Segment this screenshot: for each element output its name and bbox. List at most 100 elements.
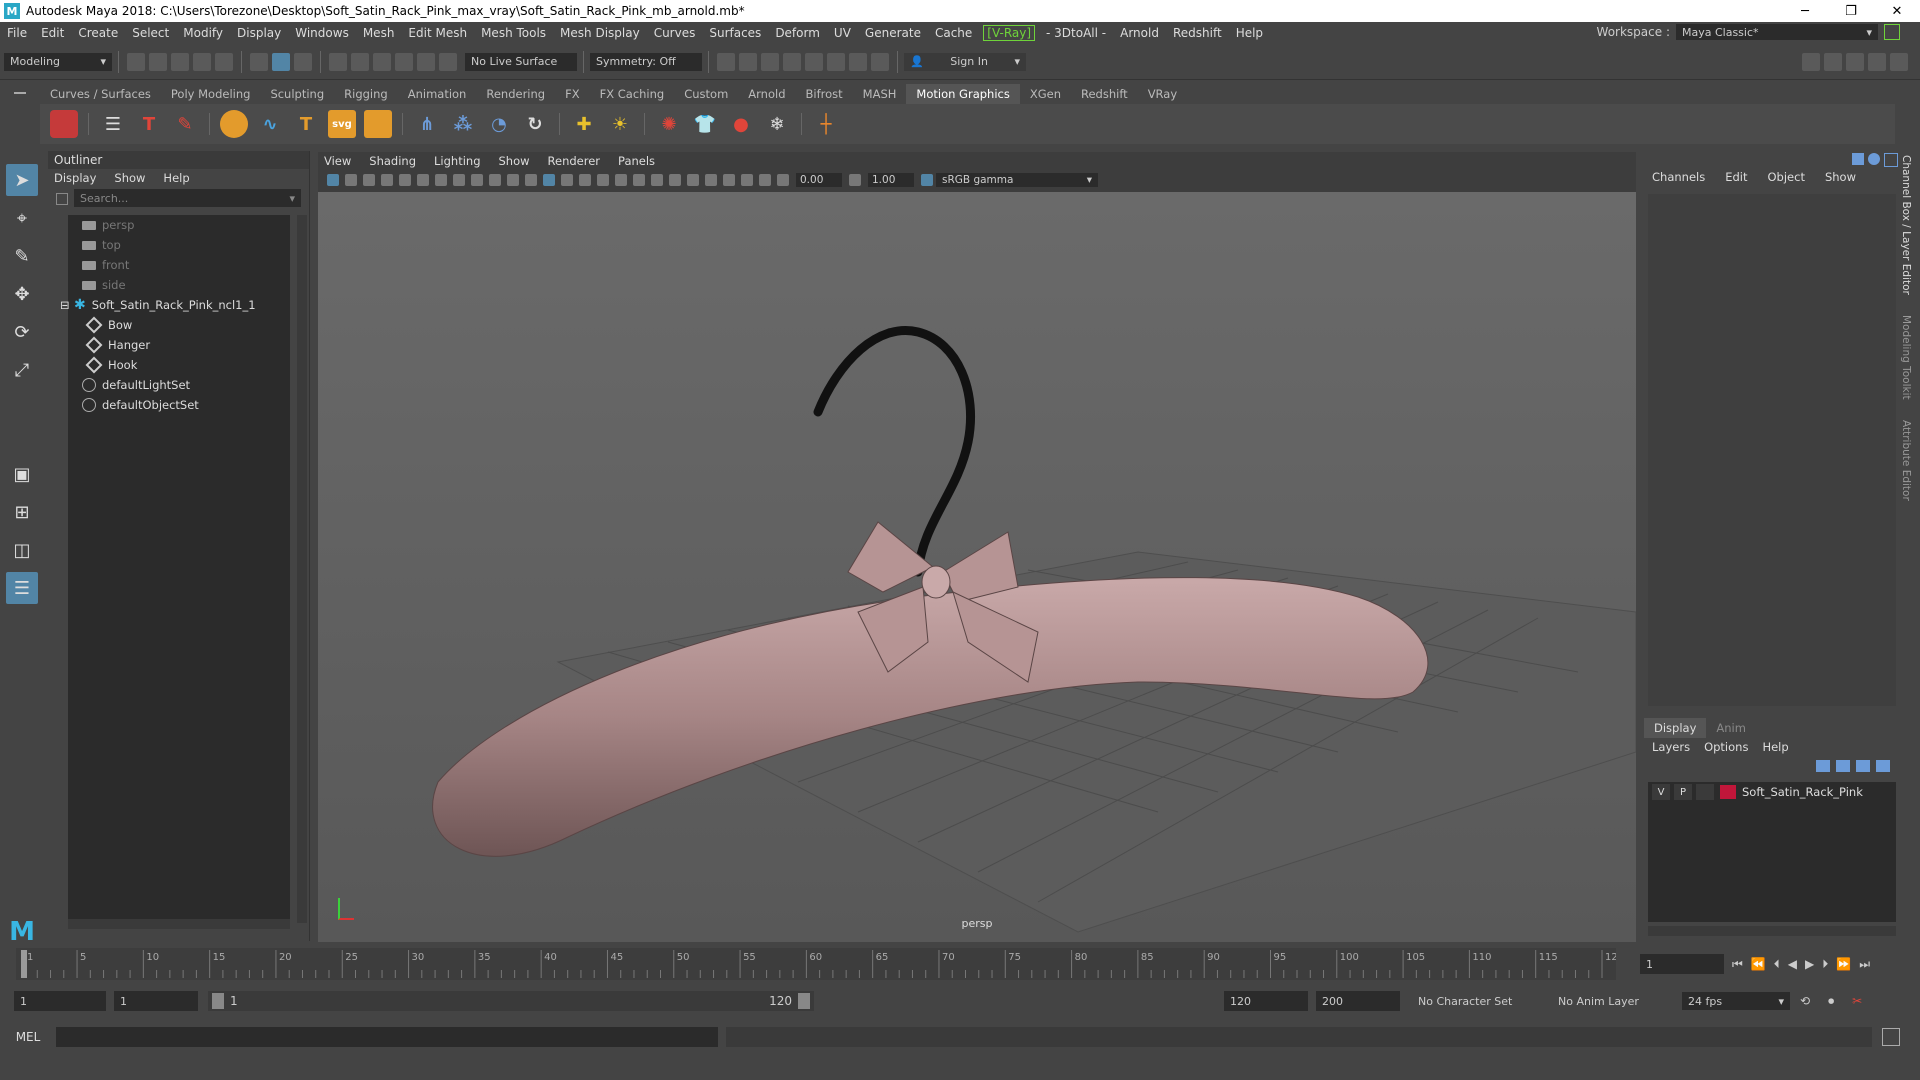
collapse-icon[interactable]: ⊟: [60, 298, 70, 312]
select-hierarchy-icon[interactable]: [250, 52, 268, 71]
light-editor-icon[interactable]: [849, 52, 867, 71]
layer-tab-display[interactable]: Display: [1644, 718, 1707, 738]
shelf-tab-fx-caching[interactable]: FX Caching: [590, 87, 675, 101]
layers-options-menu[interactable]: Options: [1704, 740, 1748, 754]
scale-tool-icon[interactable]: ⤢: [6, 354, 38, 386]
shelf-tab-fx[interactable]: FX: [555, 87, 590, 101]
menu-3dtoall[interactable]: - 3DtoAll -: [1039, 26, 1113, 40]
isolate-select-icon[interactable]: [723, 174, 735, 186]
move-tool-icon[interactable]: ✥: [6, 278, 38, 310]
script-editor-icon[interactable]: [1882, 1028, 1900, 1046]
list-icon[interactable]: ☰: [99, 110, 127, 138]
safe-action-icon[interactable]: [489, 174, 501, 186]
minimize-button[interactable]: ─: [1782, 0, 1828, 22]
channel-box-settings-icon[interactable]: [1868, 153, 1880, 165]
sphere-icon[interactable]: [220, 110, 248, 138]
current-frame-marker[interactable]: [21, 950, 27, 978]
sun-light-icon[interactable]: ☀: [606, 110, 634, 138]
rotate-tool-icon[interactable]: ⟳: [6, 316, 38, 348]
channel-box-icon[interactable]: [1868, 53, 1886, 71]
menu-display[interactable]: Display: [230, 26, 288, 40]
snap-point-icon[interactable]: [373, 52, 391, 71]
bookmark-icon[interactable]: [363, 174, 375, 186]
menu-help[interactable]: Help: [1229, 26, 1270, 40]
single-pane-icon[interactable]: ▣: [6, 458, 38, 490]
menu-create[interactable]: Create: [71, 26, 125, 40]
paint-select-icon[interactable]: ✎: [6, 240, 38, 272]
layer-tab-anim[interactable]: Anim: [1706, 718, 1756, 738]
outliner-toggle-icon[interactable]: [1890, 53, 1908, 71]
layer-row[interactable]: V P Soft_Satin_Rack_Pink: [1648, 782, 1896, 802]
time-slider[interactable]: 1 5 10 15 20 25 30 35 40 45 50 55 60 65 70 75 80 85 90 95 10…: [16, 948, 1624, 980]
select-tool-icon[interactable]: ➤: [6, 164, 38, 196]
particles-icon[interactable]: ⁂: [449, 110, 477, 138]
wireframe-icon[interactable]: [525, 174, 537, 186]
menu-arnold[interactable]: Arnold: [1113, 26, 1166, 40]
workspace-dropdown[interactable]: Maya Classic* ▾: [1676, 24, 1878, 40]
channel-box-pin-icon[interactable]: [1852, 153, 1864, 165]
menu-curves[interactable]: Curves: [647, 26, 703, 40]
mash-cube-icon[interactable]: [50, 110, 78, 138]
area-light-icon[interactable]: ✚: [570, 110, 598, 138]
range-handle-end[interactable]: [798, 993, 810, 1009]
side-tab-modeling-toolkit[interactable]: Modeling Toolkit: [1900, 315, 1912, 400]
new-layer-selected-icon[interactable]: [1876, 760, 1890, 772]
range-handle-start[interactable]: [212, 993, 224, 1009]
ipr-render-icon[interactable]: [761, 52, 779, 71]
color-management-icon[interactable]: [921, 174, 933, 186]
default-material-icon[interactable]: [561, 174, 573, 186]
redo-icon[interactable]: [215, 52, 233, 71]
paint-icon[interactable]: ✎: [171, 110, 199, 138]
auto-key-icon[interactable]: ⏺: [1828, 994, 1834, 1009]
outliner-menu-display[interactable]: Display: [54, 171, 96, 185]
outliner-menu-help[interactable]: Help: [163, 171, 189, 185]
side-tab-channel-box[interactable]: Channel Box / Layer Editor: [1900, 155, 1912, 295]
new-scene-icon[interactable]: [127, 52, 145, 71]
symmetry-dropdown[interactable]: Symmetry: Off: [590, 52, 702, 71]
animation-end-field[interactable]: 200: [1316, 991, 1400, 1011]
command-language-button[interactable]: MEL: [0, 1030, 56, 1044]
render-view-icon[interactable]: [717, 52, 735, 71]
go-to-start-icon[interactable]: ⏮: [1732, 957, 1743, 972]
sign-in-button[interactable]: 👤 Sign In ▾: [904, 52, 1026, 71]
hypershade-icon[interactable]: [805, 52, 823, 71]
shelf-options-icon[interactable]: [14, 88, 30, 128]
grid-toggle-icon[interactable]: [399, 174, 411, 186]
shelf-tab-sculpting[interactable]: Sculpting: [260, 87, 334, 101]
menu-deform[interactable]: Deform: [768, 26, 827, 40]
outliner-search-input[interactable]: Search... ▾: [74, 189, 301, 207]
outliner-layout-icon[interactable]: ☰: [6, 572, 38, 604]
shelf-tab-redshift[interactable]: Redshift: [1071, 87, 1138, 101]
animation-start-field[interactable]: 1: [14, 991, 106, 1011]
select-camera-icon[interactable]: [327, 174, 339, 186]
resolution-gate-icon[interactable]: [435, 174, 447, 186]
menu-modify[interactable]: Modify: [176, 26, 230, 40]
snap-center-icon[interactable]: [439, 52, 457, 71]
layer-display-type-toggle[interactable]: [1696, 784, 1714, 800]
outliner-vertical-scrollbar[interactable]: [297, 215, 307, 923]
open-scene-icon[interactable]: [149, 52, 167, 71]
menu-vray[interactable]: [V-Ray]: [983, 25, 1036, 41]
playback-end-field[interactable]: 120: [1224, 991, 1308, 1011]
lasso-icon[interactable]: ◔: [485, 110, 513, 138]
play-forwards-icon[interactable]: ▶: [1805, 957, 1814, 971]
magnet-icon[interactable]: ⋔: [413, 110, 441, 138]
tree-item-front[interactable]: front: [68, 255, 290, 275]
fill-icon[interactable]: ●: [727, 110, 755, 138]
pause-icon[interactable]: [871, 52, 889, 71]
viewport-menu-show[interactable]: Show: [499, 154, 530, 168]
layer-playback-toggle[interactable]: P: [1674, 784, 1692, 800]
side-tab-attribute-editor[interactable]: Attribute Editor: [1900, 420, 1912, 501]
shelf-tab-mash[interactable]: MASH: [853, 87, 907, 101]
tree-item-lightset[interactable]: defaultLightSet: [68, 375, 290, 395]
channel-box-expand-icon[interactable]: [1884, 153, 1898, 167]
tree-item-side[interactable]: side: [68, 275, 290, 295]
xray-joints-icon[interactable]: [759, 174, 771, 186]
play-backwards-icon[interactable]: ◀: [1788, 957, 1797, 971]
modeling-toolkit-icon[interactable]: [1802, 53, 1820, 71]
channels-object-menu[interactable]: Object: [1768, 170, 1805, 184]
step-forward-icon[interactable]: ⏩: [1836, 957, 1851, 971]
select-components-icon[interactable]: [294, 52, 312, 71]
step-back-icon[interactable]: ⏪: [1751, 957, 1766, 971]
gamma-field[interactable]: 1.00: [868, 173, 914, 187]
